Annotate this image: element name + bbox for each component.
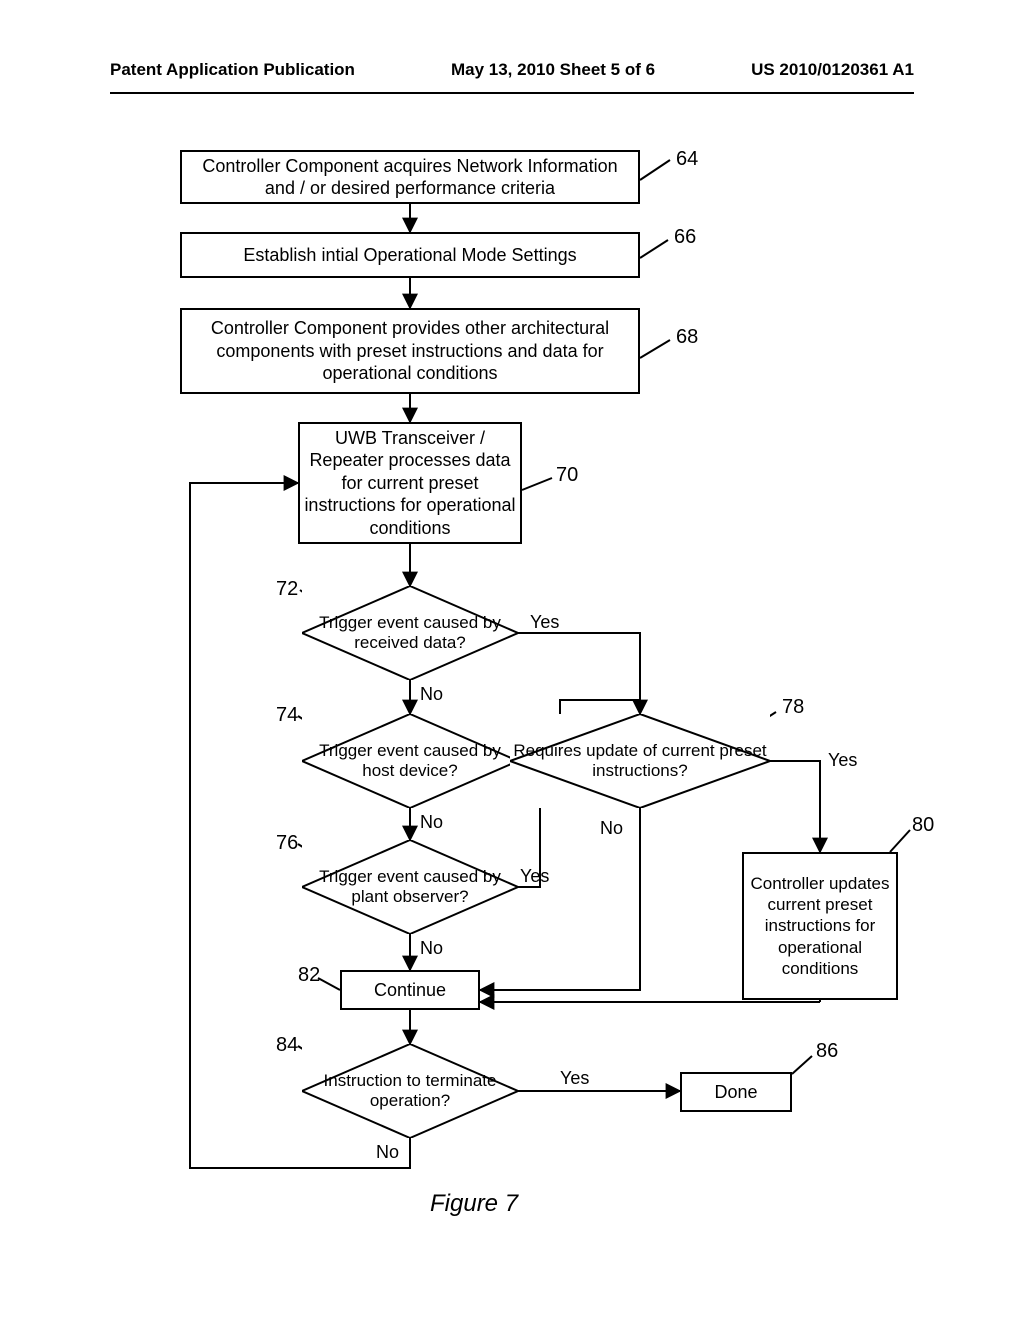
- step-controller-updates: Controller updates current preset instru…: [742, 852, 898, 1000]
- header-left: Patent Application Publication: [110, 60, 355, 88]
- edge-no: No: [420, 812, 443, 833]
- ref-72: 72: [276, 578, 298, 601]
- step-text: Establish intial Operational Mode Settin…: [243, 244, 576, 267]
- ref-82: 82: [298, 964, 320, 987]
- step-text: Controller Component provides other arch…: [186, 317, 634, 385]
- ref-70: 70: [556, 464, 578, 487]
- edge-yes: Yes: [828, 750, 857, 771]
- decision-trigger-received-data: Trigger event caused by received data?: [302, 586, 518, 680]
- ref-74: 74: [276, 704, 298, 727]
- figure-caption: Figure 7: [430, 1190, 518, 1218]
- ref-84: 84: [276, 1034, 298, 1057]
- step-continue: Continue: [340, 970, 480, 1010]
- ref-76: 76: [276, 832, 298, 855]
- ref-80: 80: [912, 814, 934, 837]
- ref-66: 66: [674, 226, 696, 249]
- step-provide-instructions: Controller Component provides other arch…: [180, 308, 640, 394]
- ref-64: 64: [676, 148, 698, 171]
- edge-no: No: [420, 938, 443, 959]
- edge-no: No: [376, 1142, 399, 1163]
- step-done: Done: [680, 1072, 792, 1112]
- page-header: Patent Application Publication May 13, 2…: [110, 60, 914, 94]
- step-establish-initial: Establish intial Operational Mode Settin…: [180, 232, 640, 278]
- edge-yes: Yes: [520, 866, 549, 887]
- edge-no: No: [420, 684, 443, 705]
- decision-trigger-host-device: Trigger event caused by host device?: [302, 714, 518, 808]
- step-text: Continue: [374, 979, 446, 1002]
- decision-requires-update: Requires update of current preset instru…: [510, 714, 770, 808]
- step-uwb-transceiver: UWB Transceiver / Repeater processes dat…: [298, 422, 522, 544]
- ref-78: 78: [782, 696, 804, 719]
- edge-yes: Yes: [530, 612, 559, 633]
- step-acquire-info: Controller Component acquires Network In…: [180, 150, 640, 204]
- step-text: Controller Component acquires Network In…: [186, 155, 634, 200]
- edge-yes: Yes: [560, 1068, 589, 1089]
- step-text: Done: [714, 1081, 757, 1104]
- step-text: Controller updates current preset instru…: [748, 873, 892, 979]
- step-text: UWB Transceiver / Repeater processes dat…: [304, 427, 516, 540]
- edge-no: No: [600, 818, 623, 839]
- ref-68: 68: [676, 326, 698, 349]
- header-right: US 2010/0120361 A1: [751, 60, 914, 88]
- ref-86: 86: [816, 1040, 838, 1063]
- decision-terminate-operation: Instruction to terminate operation?: [302, 1044, 518, 1138]
- decision-trigger-plant-observer: Trigger event caused by plant observer?: [302, 840, 518, 934]
- header-center: May 13, 2010 Sheet 5 of 6: [451, 60, 655, 88]
